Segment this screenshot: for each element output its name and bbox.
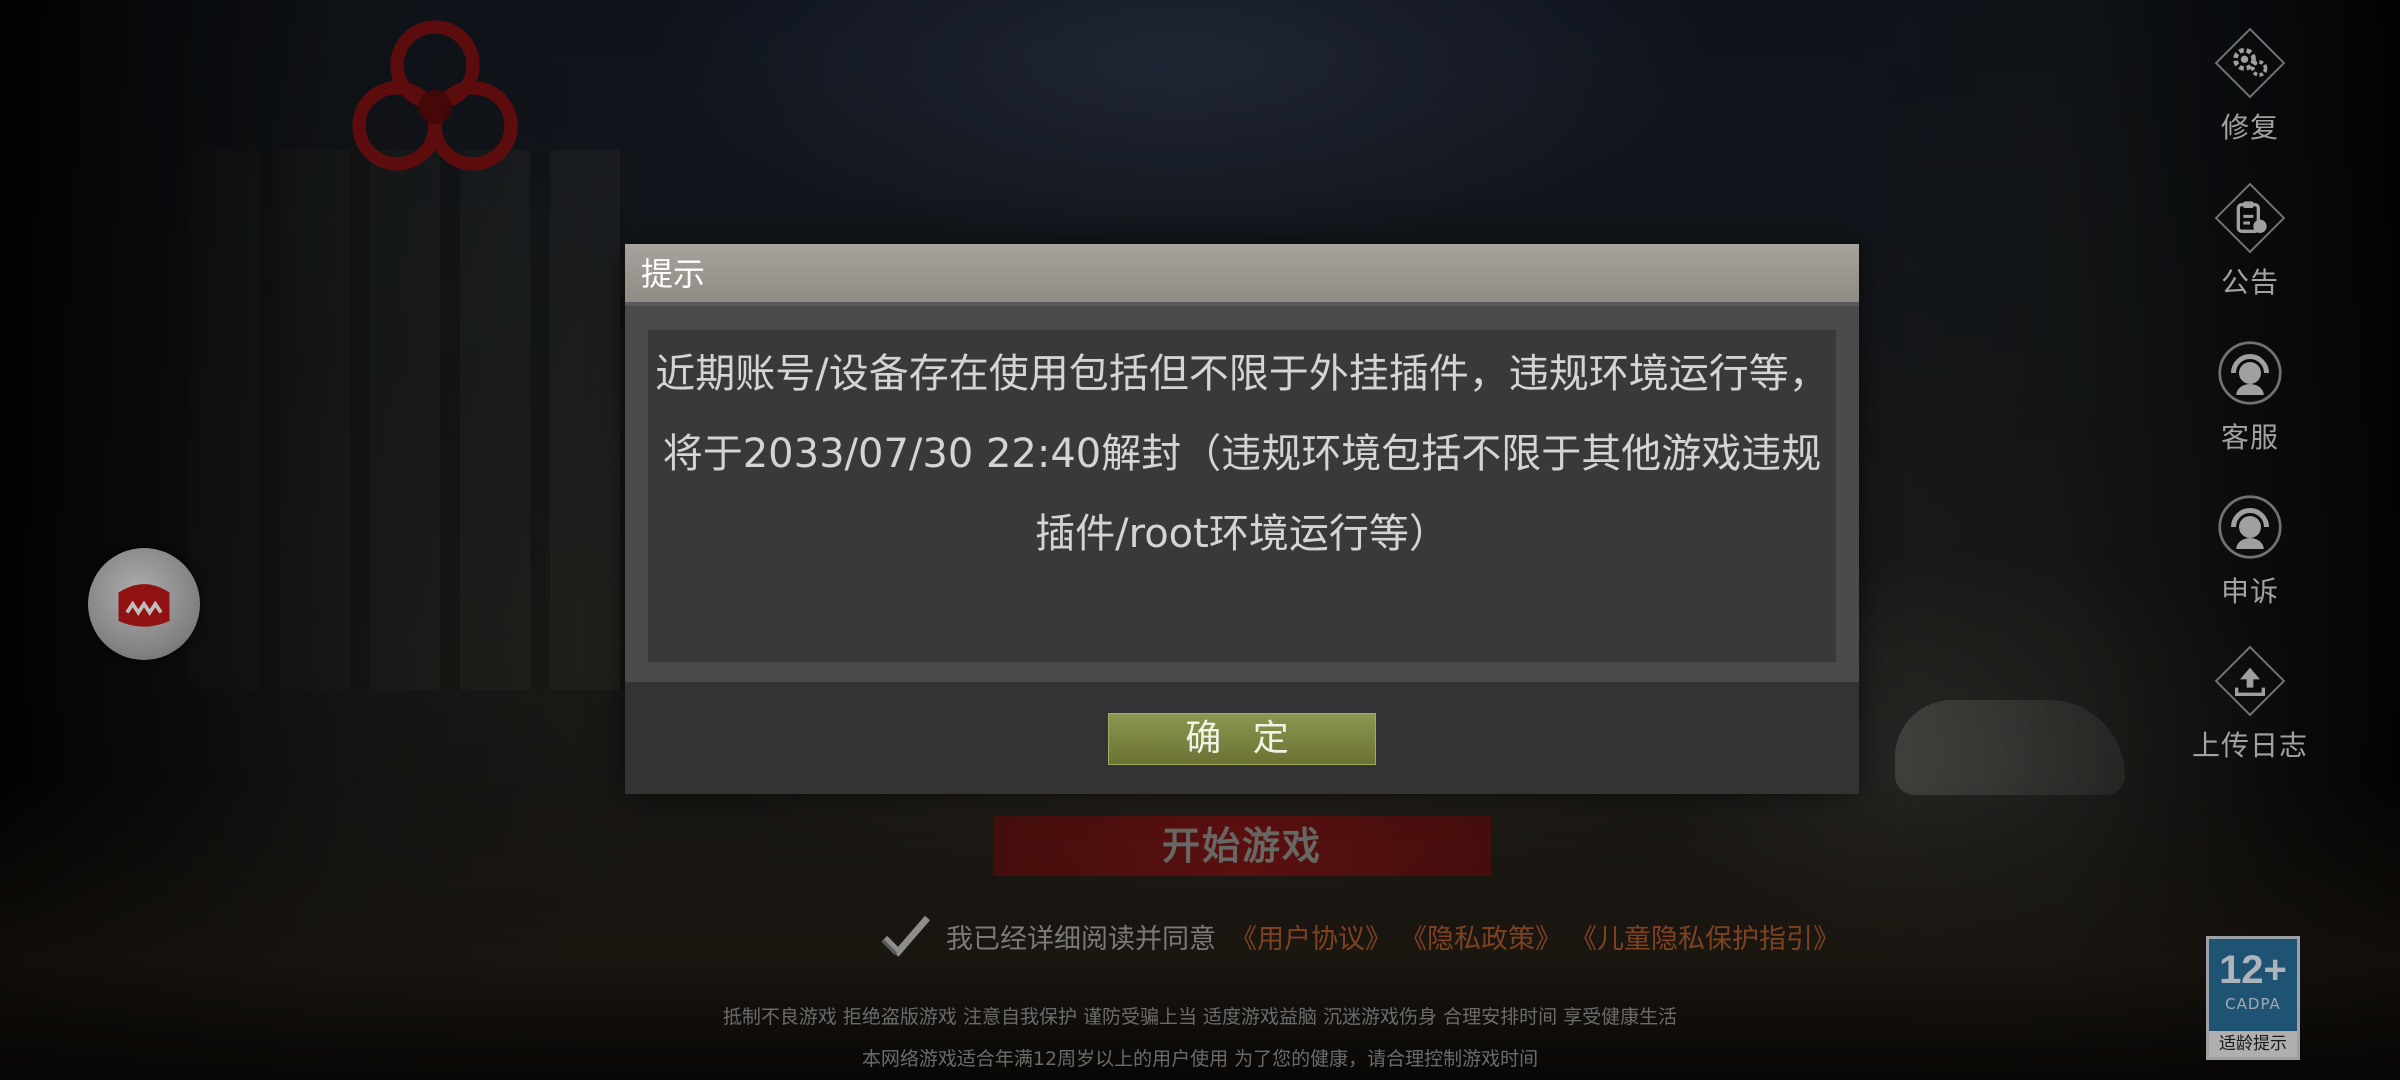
confirm-button[interactable]: 确 定 (1108, 713, 1376, 765)
notice-dialog: 提示 近期账号/设备存在使用包括但不限于外挂插件，违规环境运行等，将于2033/… (625, 244, 1859, 794)
dialog-title: 提示 (641, 255, 706, 293)
dialog-message: 近期账号/设备存在使用包括但不限于外挂插件，违规环境运行等，将于2033/07/… (648, 330, 1836, 662)
dialog-header: 提示 (625, 244, 1859, 304)
